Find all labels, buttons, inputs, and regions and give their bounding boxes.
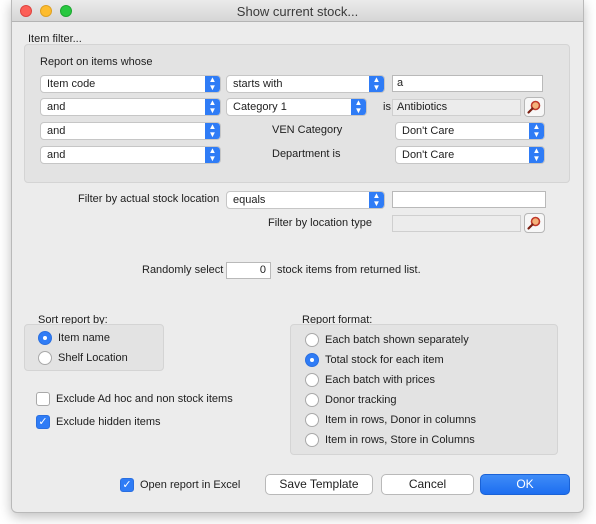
exclude-adhoc-label: Exclude Ad hoc and non stock items <box>56 393 233 405</box>
filter-value-input[interactable]: a <box>392 75 543 92</box>
sort-shelf-location-label: Shelf Location <box>58 352 128 364</box>
exclude-adhoc-checkbox[interactable] <box>36 392 50 406</box>
category-value: Category 1 <box>233 101 287 113</box>
format-donor-tracking-label: Donor tracking <box>325 394 397 406</box>
format-store-columns-radio[interactable] <box>305 433 319 447</box>
save-template-button[interactable]: Save Template <box>265 474 373 495</box>
location-type-lookup-button[interactable] <box>524 213 545 233</box>
department-select[interactable]: Don't Care ▲ ▼ <box>395 146 545 164</box>
ven-category-value: Don't Care <box>402 125 455 137</box>
location-operator-value: equals <box>233 194 266 206</box>
conjunction-select-4[interactable]: and ▲ ▼ <box>40 146 221 164</box>
format-batch-prices-label: Each batch with prices <box>325 374 436 386</box>
category-select[interactable]: Category 1 ▲ ▼ <box>226 98 367 116</box>
location-value-input[interactable] <box>392 191 546 208</box>
exclude-hidden-checkbox[interactable]: ✓ <box>36 415 50 429</box>
open-excel-label: Open report in Excel <box>140 479 241 491</box>
chevron-updown-icon: ▲ ▼ <box>351 99 366 115</box>
conjunction-select-2[interactable]: and ▲ ▼ <box>40 98 221 116</box>
format-store-columns-label: Item in rows, Store in Columns <box>325 434 475 446</box>
location-filter-label: Filter by actual stock location <box>78 193 220 205</box>
sort-shelf-location-radio[interactable] <box>38 351 52 365</box>
show-current-stock-dialog: Show current stock... Item filter... Rep… <box>11 0 584 513</box>
chevron-updown-icon: ▲ ▼ <box>369 76 384 92</box>
conjunction-value-4: and <box>47 149 66 161</box>
conjunction-value-2: and <box>47 101 66 113</box>
department-value: Don't Care <box>402 149 455 161</box>
chevron-updown-icon: ▲ ▼ <box>529 123 544 139</box>
conjunction-value-3: and <box>47 125 66 137</box>
window-title: Show current stock... <box>236 4 359 19</box>
format-donor-columns-radio[interactable] <box>305 413 319 427</box>
ven-category-label: VEN Category <box>272 124 343 136</box>
format-total-stock-label: Total stock for each item <box>325 354 444 366</box>
is-label: is <box>383 101 391 113</box>
category-value-field: Antibiotics <box>392 99 521 116</box>
report-on-items-label: Report on items whose <box>40 56 153 68</box>
location-type-label: Filter by location type <box>268 217 372 229</box>
department-label: Department is <box>272 148 341 160</box>
filter-operator-select[interactable]: starts with ▲ ▼ <box>226 75 385 93</box>
sort-item-name-radio[interactable] <box>38 331 52 345</box>
location-type-field <box>392 215 521 232</box>
title-bar: Show current stock... <box>12 0 583 22</box>
sort-item-name-label: Item name <box>58 332 110 344</box>
filter-operator-value: starts with <box>233 78 283 90</box>
format-each-batch-radio[interactable] <box>305 333 319 347</box>
chevron-updown-icon: ▲ ▼ <box>529 147 544 163</box>
format-each-batch-label: Each batch shown separately <box>325 334 469 346</box>
magnifier-icon <box>527 100 541 114</box>
exclude-hidden-label: Exclude hidden items <box>56 416 161 428</box>
filter-field-value: Item code <box>47 78 96 90</box>
location-operator-select[interactable]: equals ▲ ▼ <box>226 191 385 209</box>
format-donor-tracking-radio[interactable] <box>305 393 319 407</box>
category-lookup-button[interactable] <box>524 97 545 117</box>
ven-category-select[interactable]: Don't Care ▲ ▼ <box>395 122 545 140</box>
chevron-updown-icon: ▲ ▼ <box>205 76 220 92</box>
ok-button[interactable]: OK <box>480 474 570 495</box>
chevron-updown-icon: ▲ ▼ <box>369 192 384 208</box>
magnifier-icon <box>527 216 541 230</box>
chevron-updown-icon: ▲ ▼ <box>205 147 220 163</box>
conjunction-select-3[interactable]: and ▲ ▼ <box>40 122 221 140</box>
random-select-suffix: stock items from returned list. <box>277 264 421 276</box>
random-count-input[interactable]: 0 <box>226 262 271 279</box>
format-donor-columns-label: Item in rows, Donor in columns <box>325 414 476 426</box>
format-batch-prices-radio[interactable] <box>305 373 319 387</box>
random-select-label: Randomly select <box>142 264 224 276</box>
chevron-updown-icon: ▲ ▼ <box>205 99 220 115</box>
format-total-stock-radio[interactable] <box>305 353 319 367</box>
open-excel-checkbox[interactable]: ✓ <box>120 478 134 492</box>
cancel-button[interactable]: Cancel <box>381 474 474 495</box>
filter-field-select[interactable]: Item code ▲ ▼ <box>40 75 221 93</box>
chevron-updown-icon: ▲ ▼ <box>205 123 220 139</box>
